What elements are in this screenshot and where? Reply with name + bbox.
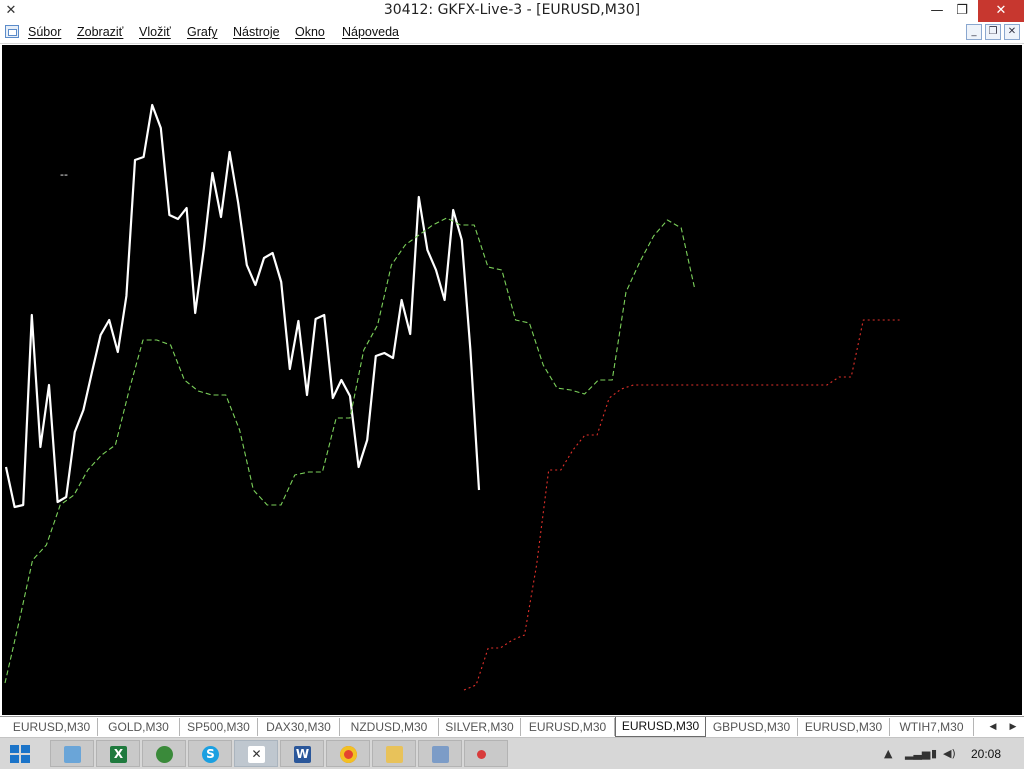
skype-icon: S	[202, 746, 219, 763]
taskbar-clock[interactable]: 20:08	[961, 747, 1011, 761]
network-icon[interactable]: ▂▃▅	[905, 747, 930, 760]
taskbar-skype[interactable]: S	[188, 740, 232, 767]
metatrader-icon: ✕	[248, 746, 265, 763]
menu-charts[interactable]: Grafy	[187, 25, 218, 39]
taskbar-folder[interactable]	[372, 740, 416, 767]
document-icon[interactable]	[5, 25, 19, 38]
chart-marker-label: --	[60, 168, 68, 181]
mdi-restore-button[interactable]: ❐	[985, 24, 1001, 40]
tab-eurusd-m30-active[interactable]: EURUSD,M30	[615, 717, 706, 737]
tab-dax30-m30[interactable]: DAX30,M30	[258, 718, 340, 736]
menu-view[interactable]: Zobraziť	[77, 25, 123, 39]
tab-silver-m30[interactable]: SILVER,M30	[439, 718, 521, 736]
mdi-restore-icon: ❐	[988, 26, 998, 37]
tab-eurusd-m30-1[interactable]: EURUSD,M30	[6, 718, 98, 736]
restore-icon: ❐	[956, 3, 968, 18]
app-icon-10	[477, 750, 486, 759]
mdi-close-button[interactable]: ✕	[1004, 24, 1020, 40]
tab-scroll-right-button[interactable]: ▶	[1006, 720, 1020, 734]
tab-sp500-m30[interactable]: SP500,M30	[180, 718, 258, 736]
windows-logo-icon[interactable]	[10, 745, 30, 763]
chart-svg: --	[4, 103, 900, 691]
restore-button[interactable]: ❐	[951, 0, 973, 22]
taskbar-app-3[interactable]	[142, 740, 186, 767]
chart-tab-bar: EURUSD,M30 GOLD,M30 SP500,M30 DAX30,M30 …	[0, 716, 1024, 738]
menu-tools[interactable]: Nástroje	[233, 25, 280, 39]
red-dotted-line	[463, 319, 900, 691]
taskbar-app-1[interactable]	[50, 740, 94, 767]
tab-gold-m30[interactable]: GOLD,M30	[98, 718, 180, 736]
volume-icon[interactable]: ◀)	[943, 747, 956, 760]
taskbar-metatrader[interactable]: ✕	[234, 740, 278, 767]
mdi-minimize-button[interactable]: _	[966, 24, 982, 40]
taskbar-app-9[interactable]	[418, 740, 462, 767]
tray-show-hidden-icon[interactable]: ▲	[884, 747, 892, 760]
taskbar-excel[interactable]: X	[96, 740, 140, 767]
taskbar: X S ✕ W ▲ ▂▃▅ ▮ ◀) 20:08	[0, 737, 1024, 769]
tab-gbpusd-m30[interactable]: GBPUSD,M30	[706, 718, 798, 736]
menu-file[interactable]: Súbor	[28, 25, 61, 39]
chrome-icon	[340, 746, 357, 763]
excel-icon: X	[110, 746, 127, 763]
app-icon-3	[156, 746, 173, 763]
chart-canvas[interactable]: --	[2, 45, 1022, 715]
price-line	[4, 103, 481, 509]
tab-nzdusd-m30[interactable]: NZDUSD,M30	[340, 718, 439, 736]
mdi-controls: _ ❐ ✕	[966, 24, 1022, 41]
menu-help[interactable]: Nápoveda	[342, 25, 399, 39]
tab-eurusd-m30-2[interactable]: EURUSD,M30	[521, 718, 615, 736]
close-button[interactable]: ✕	[978, 0, 1024, 22]
app-icon-1	[64, 746, 81, 763]
window-title: 30412: GKFX-Live-3 - [EURUSD,M30]	[383, 2, 641, 18]
mdi-close-icon: ✕	[1007, 26, 1017, 37]
minimize-button[interactable]: —	[926, 0, 948, 22]
chevron-right-icon: ▶	[1009, 722, 1017, 732]
green-dashed-line	[4, 217, 696, 684]
taskbar-app-10[interactable]	[464, 740, 508, 767]
taskbar-chrome[interactable]	[326, 740, 370, 767]
tab-eurusd-m30-3[interactable]: EURUSD,M30	[798, 718, 890, 736]
word-icon: W	[294, 746, 311, 763]
folder-icon	[386, 746, 403, 763]
menu-window[interactable]: Okno	[295, 25, 325, 39]
menu-insert[interactable]: Vložiť	[139, 25, 171, 39]
close-icon: ✕	[995, 3, 1007, 18]
chevron-left-icon: ◀	[989, 722, 997, 732]
app-icon-9	[432, 746, 449, 763]
mdi-minimize-icon: _	[971, 26, 977, 37]
tab-wtih7-m30[interactable]: WTIH7,M30	[890, 718, 974, 736]
battery-icon[interactable]: ▮	[931, 747, 937, 760]
minimize-icon: —	[930, 3, 944, 18]
tab-scroll-left-button[interactable]: ◀	[986, 720, 1000, 734]
menu-bar: Súbor Zobraziť Vložiť Grafy Nástroje Okn…	[0, 22, 1024, 44]
title-bar: ✕ 30412: GKFX-Live-3 - [EURUSD,M30] — ❐ …	[0, 0, 1024, 22]
taskbar-word[interactable]: W	[280, 740, 324, 767]
